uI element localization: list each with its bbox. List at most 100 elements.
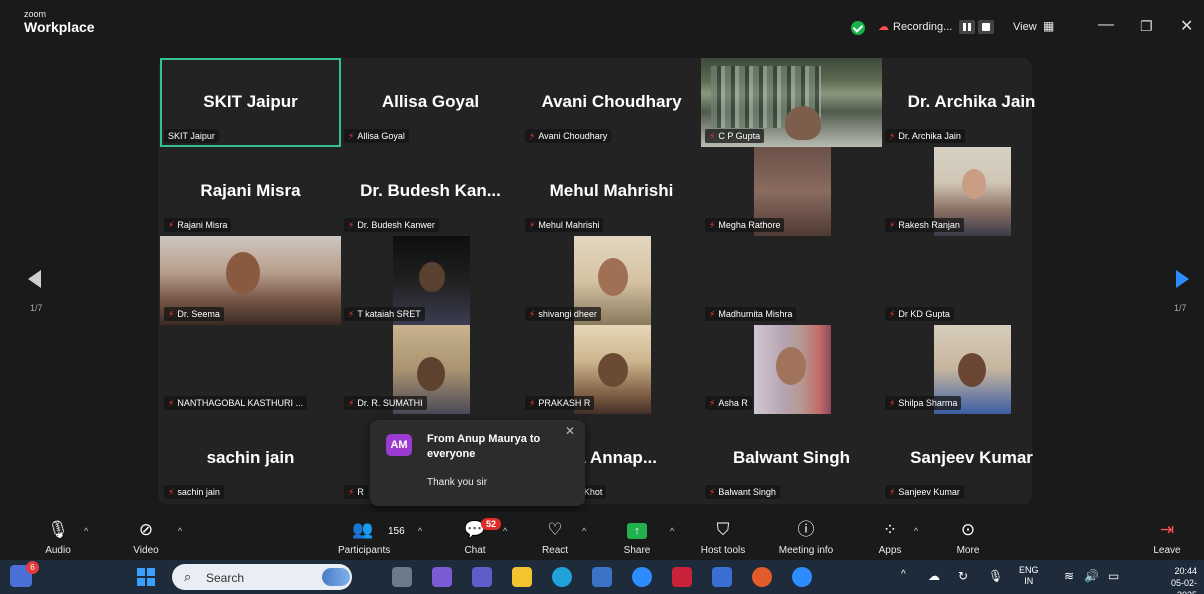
close-icon[interactable]: ✕ (1180, 16, 1193, 36)
video-options-caret-icon[interactable]: ^ (178, 526, 182, 536)
muted-mic-icon: ⚡ (709, 309, 716, 319)
participant-tile[interactable]: ⚡ Rakesh Ranjan (881, 147, 1062, 236)
chat-notification[interactable]: AM From Anup Maurya to everyone Thank yo… (370, 420, 585, 506)
participant-name-tag: ⚡ Megha Rathore (705, 218, 785, 232)
store-icon[interactable] (592, 567, 612, 587)
react-caret-icon[interactable]: ^ (582, 526, 586, 536)
leave-button[interactable]: ⇥ Leave (1145, 512, 1189, 560)
video-button[interactable]: ⊘ Video (124, 512, 168, 560)
participant-tile[interactable]: Dr. Archika Jain ⚡ Dr. Archika Jain (881, 58, 1062, 147)
show-hidden-icons-icon[interactable]: ^ (901, 569, 906, 580)
sync-icon[interactable]: ↻ (958, 569, 968, 583)
share-screen-icon[interactable]: ↑ (627, 523, 647, 539)
edge-icon[interactable] (552, 567, 572, 587)
windows-taskbar: 6 ⌕ Search ^ ☁ ↻ 🎙 ENG IN ≋ 🔊 ▭ 20:44 05… (0, 560, 1204, 594)
participant-display-name: SKIT Jaipur (203, 92, 298, 111)
copilot-icon[interactable] (432, 567, 452, 587)
chrome-profile-icon[interactable] (632, 567, 652, 587)
react-button[interactable]: ♡ React (535, 512, 575, 560)
participant-tile[interactable]: ⚡ Dr. Seema (160, 236, 341, 325)
apps-label: Apps (878, 545, 902, 556)
chrome-icon[interactable] (752, 567, 772, 587)
participant-tile[interactable]: sachin jain ⚡ sachin jain (160, 414, 341, 503)
participant-tile[interactable]: ⚡ Megha Rathore (701, 147, 882, 236)
taskbar-search[interactable]: ⌕ Search (172, 564, 352, 590)
participant-tile[interactable]: ⚡ Shilpa Sharma (881, 325, 1062, 414)
participant-tile[interactable]: Dr. Budesh Kan... ⚡ Dr. Budesh Kanwer (340, 147, 521, 236)
participants-caret-icon[interactable]: ^ (418, 526, 422, 536)
volume-icon[interactable]: 🔊 (1084, 569, 1099, 583)
file-explorer-icon[interactable] (512, 567, 532, 587)
task-view-icon[interactable] (392, 567, 412, 587)
participant-display-name: Rajani Misra (200, 181, 301, 200)
participant-name: C P Gupta (718, 131, 761, 141)
participant-tile[interactable]: ⚡ Asha R (701, 325, 882, 414)
participant-name: Dr. R. SUMATHI (357, 398, 423, 408)
participant-display-name: Dr. Budesh Kan... (360, 181, 501, 200)
host-tools-button[interactable]: ⛉ Host tools (693, 512, 753, 560)
clock[interactable]: 20:44 05-02-2025 (1153, 565, 1197, 594)
participant-name: Avani Choudhary (538, 131, 608, 141)
video-off-icon: ⊘ (138, 520, 154, 539)
participant-name-tag: ⚡ Dr. Seema (164, 307, 224, 321)
participant-name: PRAKASH R (538, 398, 591, 408)
participant-tile[interactable]: Mehul Mahrishi ⚡ Mehul Mahrishi (521, 147, 702, 236)
muted-mic-icon: ⚡ (529, 309, 536, 319)
audio-label: Audio (45, 545, 71, 556)
participant-tile[interactable]: Balwant Singh ⚡ Balwant Singh (701, 414, 882, 503)
microphone-icon[interactable]: 🎙 (988, 569, 1003, 583)
grid-view-icon[interactable]: ▦ (1043, 19, 1054, 33)
apps-icon: ⁘ (882, 520, 898, 539)
audio-options-caret-icon[interactable]: ^ (84, 526, 88, 536)
participant-tile[interactable]: ⚡ Dr. R. SUMATHI (340, 325, 521, 414)
restore-window-icon[interactable]: ❐ (1140, 18, 1153, 35)
mcafee-icon[interactable] (672, 567, 692, 587)
microphone-muted-icon: 🎙 (47, 520, 69, 539)
participant-tile[interactable]: ⚡ Dr KD Gupta (881, 236, 1062, 325)
pause-recording-button[interactable] (959, 20, 975, 34)
participant-tile[interactable]: ⚡ T kataiah SRET (340, 236, 521, 325)
muted-mic-icon: ⚡ (529, 220, 536, 230)
muted-mic-icon: ⚡ (529, 398, 536, 408)
cloud-icon[interactable]: ☁ (928, 569, 940, 583)
participant-display-name: sachin jain (206, 448, 295, 467)
stop-recording-button[interactable] (978, 20, 994, 34)
language-indicator[interactable]: ENG IN (1019, 565, 1039, 587)
participant-tile[interactable]: Avani Choudhary ⚡ Avani Choudhary (521, 58, 702, 147)
participant-tile[interactable]: Rajani Misra ⚡ Rajani Misra (160, 147, 341, 236)
zoom-icon[interactable] (792, 567, 812, 587)
encryption-shield-icon[interactable] (851, 21, 865, 35)
participant-tile[interactable]: Allisa Goyal ⚡ Allisa Goyal (340, 58, 521, 147)
share-label: Share (623, 545, 651, 556)
view-button[interactable]: View (1013, 21, 1037, 33)
participant-tile[interactable]: ⚡ NANTHAGOBAL KASTHURI ... (160, 325, 341, 414)
participant-tile[interactable]: Sanjeev Kumar ⚡ Sanjeev Kumar (881, 414, 1062, 503)
wifi-icon[interactable]: ≋ (1064, 569, 1074, 583)
participant-tile[interactable]: ⚡ C P Gupta (701, 58, 882, 147)
chat-caret-icon[interactable]: ^ (503, 526, 507, 536)
participant-name: Dr. Seema (177, 309, 220, 319)
app-icon[interactable] (712, 567, 732, 587)
minimize-icon[interactable]: — (1098, 16, 1114, 34)
participant-name-tag: ⚡ T kataiah SRET (344, 307, 425, 321)
participant-tile[interactable]: ⚡ PRAKASH R (521, 325, 702, 414)
participant-tile[interactable]: SKIT Jaipur SKIT Jaipur (160, 58, 341, 147)
meeting-info-button[interactable]: ⓘ Meeting info (770, 512, 842, 560)
share-caret-icon[interactable]: ^ (670, 526, 674, 536)
avatar: AM (386, 434, 412, 456)
teams-icon[interactable] (472, 567, 492, 587)
participants-button[interactable]: 👥 Participants (338, 512, 390, 560)
windows-start-icon[interactable] (137, 568, 155, 586)
info-icon: ⓘ (797, 520, 815, 539)
battery-icon[interactable]: ▭ (1108, 569, 1119, 583)
participant-name-tag: ⚡ Shilpa Sharma (885, 396, 962, 410)
audio-button[interactable]: 🎙 Audio (38, 512, 78, 560)
apps-caret-icon[interactable]: ^ (914, 526, 918, 536)
close-icon[interactable]: ✕ (565, 424, 575, 438)
more-button[interactable]: ⊙ More (948, 512, 988, 560)
participant-tile[interactable]: ⚡ Madhumita Mishra (701, 236, 882, 325)
participant-name: NANTHAGOBAL KASTHURI ... (177, 398, 304, 408)
participant-display-name: Allisa Goyal (381, 92, 480, 111)
apps-button[interactable]: ⁘ Apps (872, 512, 908, 560)
participant-tile[interactable]: ⚡ shivangi dheer (521, 236, 702, 325)
